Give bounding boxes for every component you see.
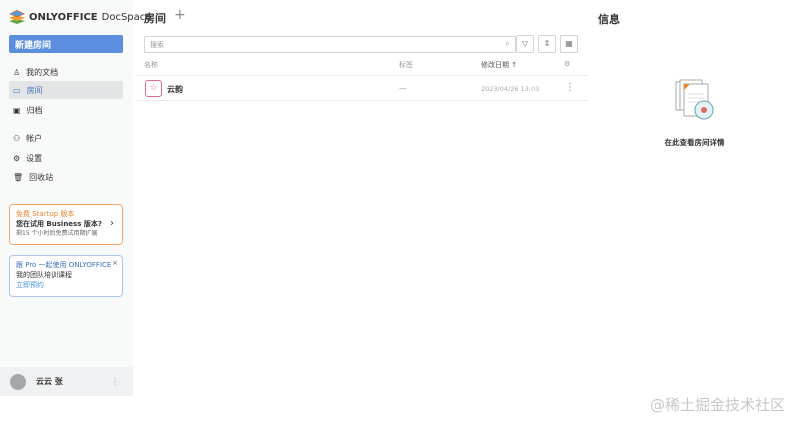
training-text: 我的团队培训课程: [16, 271, 72, 279]
sidebar-item-label: 归档: [26, 105, 43, 115]
sort-button[interactable]: ⇕: [538, 35, 556, 53]
sidebar-item-label: 房间: [26, 85, 43, 95]
sort-arrow-icon: ↑: [511, 61, 518, 69]
people-icon: ⚇: [13, 133, 21, 143]
close-icon[interactable]: ×: [112, 258, 118, 268]
column-modified[interactable]: 修改日期 ↑: [481, 60, 517, 70]
chevron-right-icon: ›: [110, 218, 114, 229]
training-link[interactable]: 立即预约: [16, 280, 116, 290]
watermark: @稀土掘金技术社区: [649, 396, 785, 414]
view-toggle-button[interactable]: ▦: [560, 35, 578, 53]
sort-icon: ⇕: [543, 39, 551, 48]
search-placeholder: 搜索: [150, 41, 164, 49]
sidebar-item-archive[interactable]: ▣ 归档: [9, 101, 123, 119]
grid-icon: ▦: [565, 39, 573, 48]
search-icon[interactable]: ⌕: [505, 39, 510, 49]
sidebar-item-my-documents[interactable]: ♙ 我的文档: [9, 63, 123, 81]
sidebar-item-accounts[interactable]: ⚇ 帐户: [9, 129, 123, 147]
add-room-icon[interactable]: +: [174, 7, 186, 23]
sidebar-item-label: 回收站: [29, 172, 54, 182]
sidebar-item-rooms[interactable]: ▭ 房间: [9, 81, 123, 99]
promo-headline: 您在试用 Business 版本?: [16, 220, 102, 228]
search-input[interactable]: 搜索 ⌕: [144, 36, 516, 53]
info-title: 信息: [598, 13, 620, 26]
promo-text: 剩15 个小时后免费试用期扩展: [16, 230, 98, 237]
room-tags: —: [399, 84, 407, 93]
logo-icon: [9, 10, 25, 24]
sidebar: ONLYOFFICE DocSpace 新建房间 ♙ 我的文档 ▭ 房间 ▣ 归档 ⚇ 帐…: [0, 0, 151, 396]
archive-icon: ▣: [13, 105, 21, 115]
column-name[interactable]: 名称: [144, 60, 158, 70]
sidebar-item-label: 设置: [26, 153, 43, 163]
divider: [135, 75, 588, 76]
user-profile[interactable]: 云云 张 ⋮: [0, 367, 133, 396]
gear-icon: ⚙: [13, 153, 21, 163]
filter-icon: ▽: [521, 39, 529, 48]
new-room-button[interactable]: 新建房间: [9, 35, 123, 53]
row-menu-icon[interactable]: ⋮: [565, 82, 575, 93]
column-tags[interactable]: 标签: [399, 60, 413, 70]
table-row[interactable]: ☆ 云韵 — 2023/04/26 13:03 ⋮: [135, 79, 588, 99]
training-title: 跟 Pro 一起使用 ONLYOFFICE: [16, 261, 112, 269]
more-icon[interactable]: ⋮: [111, 377, 119, 386]
info-empty-text: 在此查看房间详情: [664, 138, 725, 147]
column-modified-label: 修改日期: [481, 61, 509, 69]
user-name: 云云 张: [36, 377, 63, 386]
user-icon: ♙: [13, 67, 21, 77]
training-card: 跟 Pro 一起使用 ONLYOFFICE 我的团队培训课程 立即预约 ×: [9, 255, 123, 297]
documents-illustration-icon: [675, 79, 714, 120]
trash-icon: 🗑: [13, 172, 24, 182]
page-title: 房间: [144, 12, 166, 25]
sidebar-item-trash[interactable]: 🗑 回收站: [9, 168, 123, 186]
avatar: [10, 373, 26, 390]
sidebar-item-label: 帐户: [26, 133, 43, 143]
promo-title: 免费 Startup 版本: [16, 210, 75, 218]
column-settings-icon[interactable]: ⚙: [564, 60, 570, 68]
sidebar-item-label: 我的文档: [26, 67, 59, 77]
filter-button[interactable]: ▽: [516, 35, 534, 53]
divider: [135, 100, 588, 101]
room-modified: 2023/04/26 13:03: [481, 85, 540, 93]
room-name[interactable]: 云韵: [167, 84, 183, 95]
promo-card[interactable]: 免费 Startup 版本 您在试用 Business 版本? 剩15 个小时后…: [9, 204, 123, 245]
folder-icon: ▭: [13, 85, 21, 95]
logo-bold: ONLYOFFICE: [29, 11, 98, 23]
info-panel: 信息 在此查看房间详情: [590, 0, 799, 396]
main-panel: 房间 + 搜索 ⌕ ▽ ⇕ ▦ 名称 标签 修改日期 ↑ ⚙ ☆ 云韵 — 202…: [135, 0, 588, 396]
star-icon: ☆: [145, 80, 162, 97]
sidebar-item-settings[interactable]: ⚙ 设置: [9, 149, 123, 167]
logo[interactable]: ONLYOFFICE DocSpace: [9, 10, 151, 24]
